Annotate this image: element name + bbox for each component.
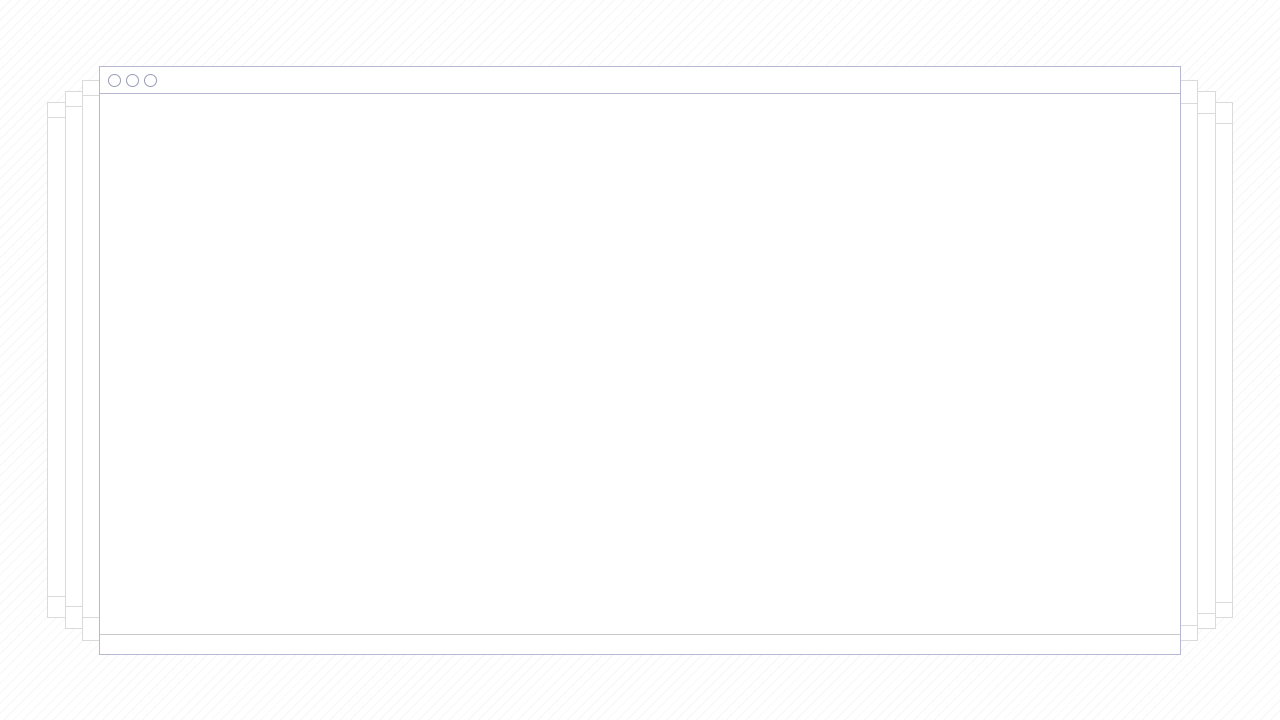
background-window-titlebar bbox=[48, 117, 65, 118]
background-window-titlebar bbox=[66, 106, 83, 107]
window-status-bar bbox=[100, 634, 1180, 654]
window-maximize-icon[interactable] bbox=[144, 73, 157, 87]
background-window-titlebar bbox=[1180, 103, 1197, 104]
background-window-statusbar bbox=[1215, 602, 1232, 603]
background-window-titlebar bbox=[1215, 123, 1232, 124]
background-window-statusbar bbox=[1198, 613, 1215, 614]
background-window-titlebar bbox=[1198, 113, 1215, 114]
window-close-icon[interactable] bbox=[108, 73, 121, 87]
background-window-left-3 bbox=[47, 102, 66, 618]
background-window-statusbar bbox=[48, 596, 65, 597]
background-window-right-1 bbox=[1179, 80, 1198, 641]
window-content-area[interactable] bbox=[100, 94, 1180, 634]
background-window-statusbar bbox=[1180, 625, 1197, 626]
background-window-right-3 bbox=[1214, 102, 1233, 618]
window-titlebar[interactable] bbox=[100, 67, 1180, 94]
background-window-right-2 bbox=[1197, 91, 1216, 629]
background-window-statusbar bbox=[66, 606, 83, 607]
background-window-statusbar bbox=[83, 617, 100, 618]
background-window-titlebar bbox=[83, 95, 100, 96]
main-window bbox=[99, 66, 1181, 655]
window-minimize-icon[interactable] bbox=[126, 73, 139, 87]
